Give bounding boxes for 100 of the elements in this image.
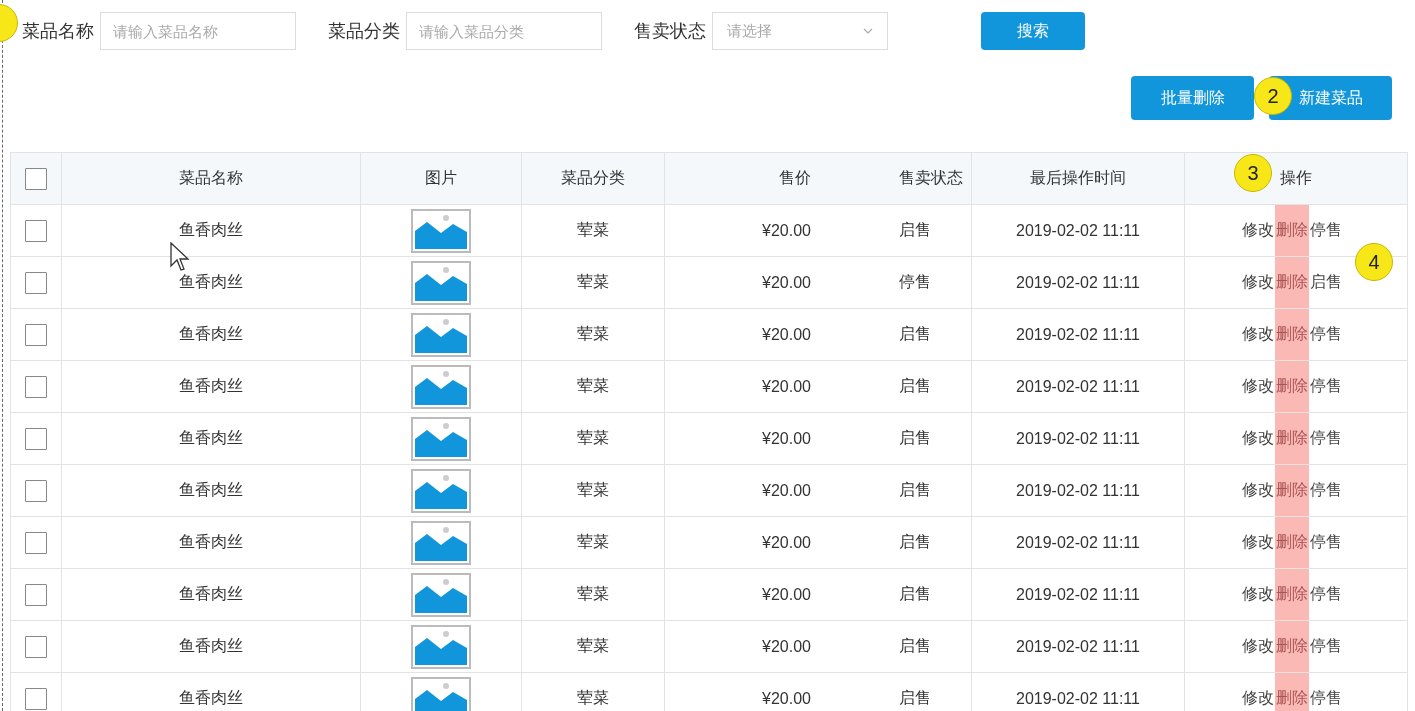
table-cell-text: 启售 — [899, 428, 931, 448]
checkbox[interactable] — [25, 427, 47, 450]
status-toggle-link[interactable]: 停售 — [1309, 465, 1343, 516]
edit-link[interactable]: 修改 — [1241, 465, 1275, 516]
table-cell-text: 启售 — [899, 584, 931, 604]
table-cell: 2019-02-02 11:11 — [1016, 429, 1140, 448]
table-cell: ¥20.00 — [762, 273, 811, 292]
edit-link[interactable]: 修改 — [1241, 309, 1275, 360]
status-toggle-link[interactable]: 停售 — [1309, 517, 1343, 568]
column-header: 售价 — [779, 168, 811, 188]
checkbox[interactable] — [25, 583, 47, 606]
edit-link[interactable]: 修改 — [1241, 569, 1275, 620]
edit-link[interactable]: 修改 — [1241, 673, 1275, 711]
status-toggle-link[interactable]: 停售 — [1309, 309, 1343, 360]
table-cell-text: 荤菜 — [577, 480, 609, 500]
edit-link[interactable]: 修改 — [1241, 257, 1275, 308]
table-cell: 2019-02-02 11:11 — [1016, 481, 1140, 500]
table-cell-text: 荤菜 — [577, 220, 609, 240]
table-cell: ¥20.00 — [762, 377, 811, 396]
annotation-tooltip: 2 — [1254, 77, 1292, 115]
table-cell-text: 启售 — [899, 324, 931, 344]
table-cell-text: 停售 — [899, 272, 931, 292]
table-cell-text: 启售 — [899, 376, 931, 396]
table-cell: 2019-02-02 11:11 — [1016, 377, 1140, 396]
status-toggle-link[interactable]: 停售 — [1309, 621, 1343, 672]
table-cell: ¥20.00 — [762, 429, 811, 448]
edit-link[interactable]: 修改 — [1241, 205, 1275, 256]
table-cell: 2019-02-02 11:11 — [1016, 585, 1140, 604]
table-cell-text: 荤菜 — [577, 272, 609, 292]
table-cell-text: 荤菜 — [577, 636, 609, 656]
table-cell: ¥20.00 — [762, 325, 811, 344]
image-placeholder-icon — [411, 520, 471, 565]
image-placeholder-icon — [411, 416, 471, 461]
checkbox[interactable] — [25, 687, 47, 710]
column-header: 图片 — [425, 168, 457, 188]
table-cell-text: 鱼香肉丝 — [179, 428, 243, 448]
filter-label: 菜品名称 — [22, 20, 94, 43]
table-cell: ¥20.00 — [762, 689, 811, 708]
table-cell-text: 鱼香肉丝 — [179, 272, 243, 292]
edit-link[interactable]: 修改 — [1241, 361, 1275, 412]
checkbox[interactable] — [25, 479, 47, 502]
table-cell-text: 荤菜 — [577, 324, 609, 344]
table-cell-text: 荤菜 — [577, 688, 609, 708]
table-cell-text: 鱼香肉丝 — [179, 220, 243, 240]
table-cell-text: 鱼香肉丝 — [179, 532, 243, 552]
column-header: 菜品分类 — [561, 168, 625, 188]
table-cell: ¥20.00 — [762, 585, 811, 604]
chevron-down-icon — [863, 28, 873, 34]
table-cell-text: 荤菜 — [577, 584, 609, 604]
table-cell: 2019-02-02 11:11 — [1016, 325, 1140, 344]
status-toggle-link[interactable]: 停售 — [1309, 361, 1343, 412]
checkbox[interactable] — [25, 271, 47, 294]
table-cell-text: 鱼香肉丝 — [179, 688, 243, 708]
column-header: 操作 — [1280, 168, 1312, 188]
checkbox[interactable] — [25, 531, 47, 554]
image-placeholder-icon — [411, 312, 471, 357]
table-cell-text: 启售 — [899, 688, 931, 708]
table-cell-text: 启售 — [899, 220, 931, 240]
table-cell: ¥20.00 — [762, 533, 811, 552]
checkbox[interactable] — [25, 375, 47, 398]
column-header: 最后操作时间 — [1030, 168, 1126, 188]
table-cell-text: 鱼香肉丝 — [179, 376, 243, 396]
filter-label: 售卖状态 — [634, 20, 706, 43]
table-cell-text: 荤菜 — [577, 428, 609, 448]
table-cell-text: 启售 — [899, 480, 931, 500]
table-cell: 2019-02-02 11:11 — [1016, 637, 1140, 656]
image-placeholder-icon — [411, 260, 471, 305]
mouse-cursor-icon — [170, 242, 190, 272]
input-field[interactable]: 请输入菜品名称 — [100, 12, 296, 50]
status-toggle-link[interactable]: 停售 — [1309, 413, 1343, 464]
column-header: 菜品名称 — [179, 168, 243, 188]
image-placeholder-icon — [411, 572, 471, 617]
filter-label: 菜品分类 — [328, 20, 400, 43]
table-cell: 2019-02-02 11:11 — [1016, 221, 1140, 240]
checkbox[interactable] — [25, 635, 47, 658]
checkbox[interactable] — [25, 323, 47, 346]
table-cell-text: 启售 — [899, 532, 931, 552]
image-placeholder-icon — [411, 624, 471, 669]
table-cell: ¥20.00 — [762, 481, 811, 500]
table-cell-text: 荤菜 — [577, 532, 609, 552]
edit-link[interactable]: 修改 — [1241, 413, 1275, 464]
status-toggle-link[interactable]: 启售 — [1309, 257, 1343, 308]
table-cell-text: 鱼香肉丝 — [179, 324, 243, 344]
status-toggle-link[interactable]: 停售 — [1309, 569, 1343, 620]
status-toggle-link[interactable]: 停售 — [1309, 205, 1343, 256]
table-cell: 2019-02-02 11:11 — [1016, 533, 1140, 552]
checkbox[interactable] — [25, 219, 47, 242]
checkbox[interactable] — [25, 167, 47, 190]
table-cell: 2019-02-02 11:11 — [1016, 689, 1140, 708]
table-cell: 2019-02-02 11:11 — [1016, 273, 1140, 292]
table-cell: ¥20.00 — [762, 221, 811, 240]
table-cell-text: 荤菜 — [577, 376, 609, 396]
input-field[interactable]: 请输入菜品分类 — [406, 12, 602, 50]
image-placeholder-icon — [411, 208, 471, 253]
image-placeholder-icon — [411, 364, 471, 409]
edit-link[interactable]: 修改 — [1241, 517, 1275, 568]
status-toggle-link[interactable]: 停售 — [1309, 673, 1343, 711]
table-cell-text: 启售 — [899, 636, 931, 656]
annotation-tooltip: 4 — [1355, 243, 1393, 281]
edit-link[interactable]: 修改 — [1241, 621, 1275, 672]
